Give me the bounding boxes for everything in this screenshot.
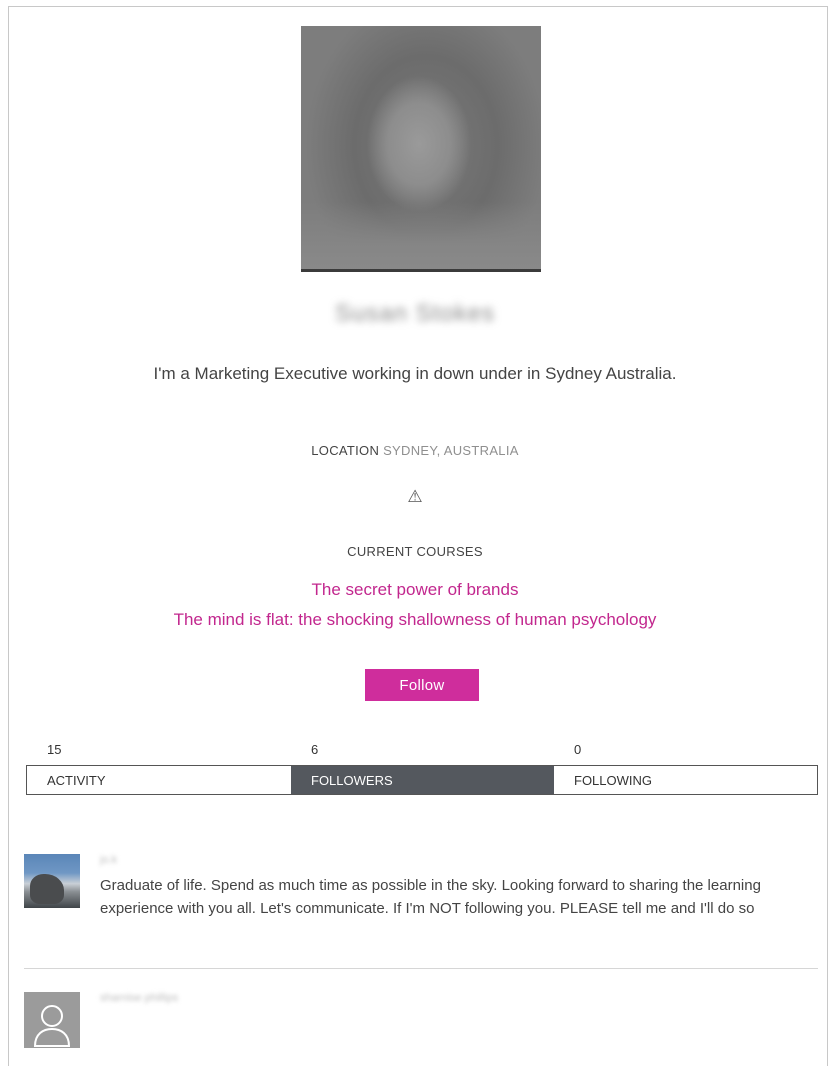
location-value: SYDNEY, AUSTRALIA (383, 443, 519, 458)
profile-name: Susan Stokes (334, 300, 496, 327)
follow-button[interactable]: Follow (365, 669, 479, 701)
photo-baseline (301, 269, 541, 272)
profile-tabs: ACTIVITY FOLLOWERS FOLLOWING (26, 765, 818, 795)
profile-bio: I'm a Marketing Executive working in dow… (153, 364, 677, 383)
location-row: LOCATION SYDNEY, AUSTRALIA (0, 443, 830, 458)
course-link[interactable]: The secret power of brands (0, 580, 830, 600)
followers-count: 6 (311, 742, 319, 757)
location-label: LOCATION (311, 443, 380, 458)
warning-icon[interactable]: ⚠ (403, 486, 427, 508)
course-link[interactable]: The mind is flat: the shocking shallowne… (0, 610, 830, 630)
activity-count: 15 (47, 742, 62, 757)
tab-following[interactable]: FOLLOWING (554, 766, 817, 794)
avatar-rock (30, 874, 64, 904)
follower-name[interactable]: jo.k (100, 854, 117, 866)
follower-avatar[interactable] (24, 854, 80, 908)
follower-item[interactable]: jo.k Graduate of life. Spend as much tim… (24, 852, 818, 969)
follower-name[interactable]: sharnise phillips (100, 992, 178, 1004)
tab-activity[interactable]: ACTIVITY (27, 766, 291, 794)
follower-bio: Graduate of life. Spend as much time as … (100, 877, 761, 917)
default-avatar-icon[interactable] (24, 992, 80, 1048)
profile-photo (301, 26, 541, 272)
user-silhouette-icon (33, 1005, 71, 1047)
tab-followers[interactable]: FOLLOWERS (291, 766, 554, 794)
current-courses-heading: CURRENT COURSES (347, 544, 483, 559)
following-count: 0 (574, 742, 582, 757)
photo-shoulder (301, 202, 541, 272)
follower-item[interactable]: sharnise phillips (24, 990, 818, 1050)
